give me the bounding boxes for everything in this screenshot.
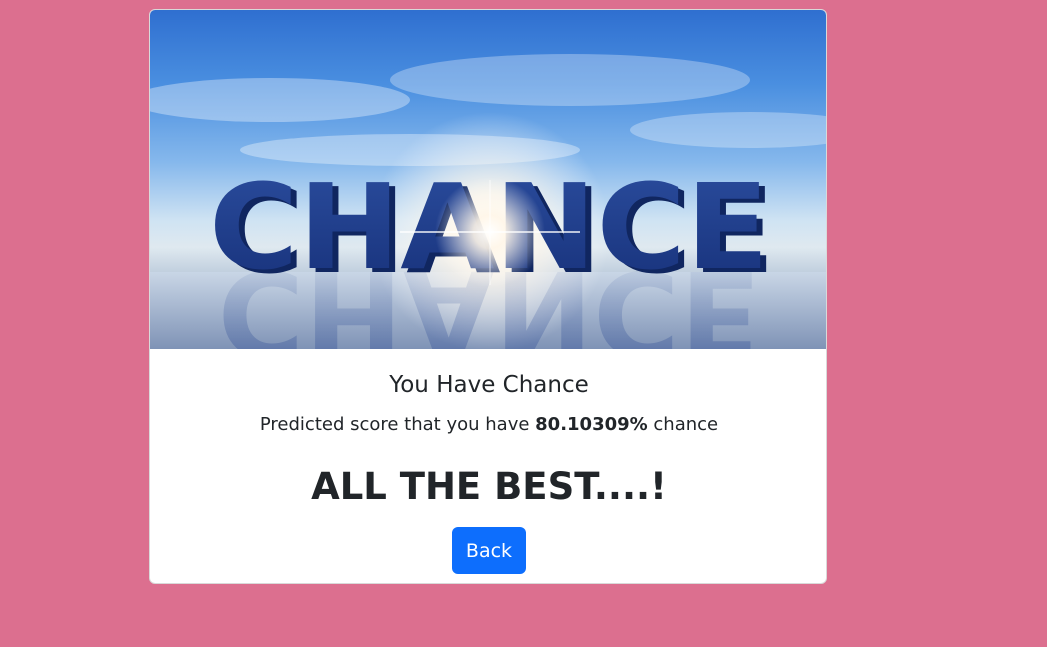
chance-hero-image: CHANCE CHANCE CHANCE <box>150 10 826 349</box>
prediction-prefix: Predicted score that you have <box>259 414 536 435</box>
result-title: You Have Chance <box>389 372 589 398</box>
chance-illustration: CHANCE CHANCE CHANCE <box>150 54 826 349</box>
all-the-best-headline: ALL THE BEST....! <box>311 465 667 508</box>
prediction-score: 80.10309% <box>535 414 648 435</box>
back-button[interactable]: Back <box>452 527 526 574</box>
result-card: CHANCE CHANCE CHANCE You Have Chance Pre… <box>149 9 827 584</box>
prediction-text: Predicted score that you have 80.10309% … <box>150 412 826 438</box>
prediction-suffix: chance <box>647 414 719 435</box>
